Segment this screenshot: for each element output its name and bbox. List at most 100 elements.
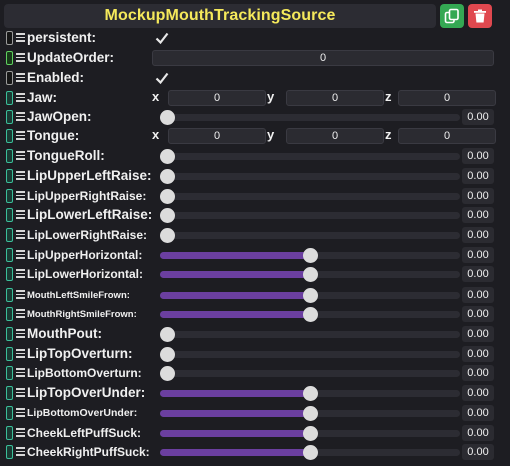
slider-track[interactable]: [160, 228, 460, 243]
field-drag-handle[interactable]: [6, 307, 13, 321]
slider-track[interactable]: [160, 426, 460, 441]
slider-thumb[interactable]: [303, 307, 318, 322]
slider-value-field[interactable]: 0.00: [462, 425, 494, 441]
field-menu-icon[interactable]: [16, 428, 25, 437]
field-menu-icon[interactable]: [16, 230, 25, 239]
field-drag-handle[interactable]: [6, 31, 13, 45]
slider-value-field[interactable]: 0.00: [462, 444, 494, 460]
slider-thumb[interactable]: [160, 347, 175, 362]
slider-value-field[interactable]: 0.00: [462, 326, 494, 342]
field-drag-handle[interactable]: [6, 149, 13, 163]
slider-value-field[interactable]: 0.00: [462, 188, 494, 204]
field-drag-handle[interactable]: [6, 288, 13, 302]
slider-thumb[interactable]: [303, 288, 318, 303]
field-drag-handle[interactable]: [6, 406, 13, 420]
field-drag-handle[interactable]: [6, 228, 13, 242]
field-menu-icon[interactable]: [16, 290, 25, 299]
delete-button[interactable]: [468, 4, 492, 28]
slider-value-field[interactable]: 0.00: [462, 109, 494, 125]
slider-track[interactable]: [160, 267, 460, 282]
slider-thumb[interactable]: [303, 386, 318, 401]
field-menu-icon[interactable]: [16, 131, 25, 140]
field-menu-icon[interactable]: [16, 250, 25, 259]
field-drag-handle[interactable]: [6, 110, 13, 124]
slider-track[interactable]: [160, 366, 460, 381]
slider-value-field[interactable]: 0.00: [462, 346, 494, 362]
field-drag-handle[interactable]: [6, 189, 13, 203]
slider-track[interactable]: [160, 248, 460, 263]
slider-track[interactable]: [160, 169, 460, 184]
field-drag-handle[interactable]: [6, 386, 13, 400]
title-bar[interactable]: MockupMouthTrackingSource: [4, 4, 436, 28]
slider-value-field[interactable]: 0.00: [462, 287, 494, 303]
field-drag-handle[interactable]: [6, 347, 13, 361]
slider-track[interactable]: [160, 347, 460, 362]
slider-thumb[interactable]: [160, 149, 175, 164]
field-menu-icon[interactable]: [16, 447, 25, 456]
persistent-checkbox[interactable]: [154, 30, 170, 46]
slider-track[interactable]: [160, 189, 460, 204]
slider-track[interactable]: [160, 288, 460, 303]
slider-value-field[interactable]: 0.00: [462, 266, 494, 282]
slider-track[interactable]: [160, 110, 460, 125]
field-menu-icon[interactable]: [16, 388, 25, 397]
slider-value-field[interactable]: 0.00: [462, 405, 494, 421]
field-drag-handle[interactable]: [6, 267, 13, 281]
field-menu-icon[interactable]: [16, 269, 25, 278]
field-drag-handle[interactable]: [6, 445, 13, 459]
field-drag-handle[interactable]: [6, 366, 13, 380]
slider-thumb[interactable]: [160, 327, 175, 342]
slider-thumb[interactable]: [303, 248, 318, 263]
slider-track[interactable]: [160, 208, 460, 223]
field-menu-icon[interactable]: [16, 368, 25, 377]
slider-thumb[interactable]: [303, 426, 318, 441]
slider-value-field[interactable]: 0.00: [462, 148, 494, 164]
slider-value-field[interactable]: 0.00: [462, 247, 494, 263]
field-drag-handle[interactable]: [6, 327, 13, 341]
slider-track[interactable]: [160, 307, 460, 322]
field-menu-icon[interactable]: [16, 171, 25, 180]
field-menu-icon[interactable]: [16, 151, 25, 160]
slider-track[interactable]: [160, 386, 460, 401]
slider-thumb[interactable]: [303, 406, 318, 421]
field-drag-handle[interactable]: [6, 51, 13, 65]
slider-value-field[interactable]: 0.00: [462, 385, 494, 401]
tongue-z-input[interactable]: 0: [398, 128, 496, 144]
slider-value-field[interactable]: 0.00: [462, 207, 494, 223]
slider-track[interactable]: [160, 327, 460, 342]
slider-value-field[interactable]: 0.00: [462, 365, 494, 381]
slider-track[interactable]: [160, 149, 460, 164]
field-menu-icon[interactable]: [16, 93, 25, 102]
slider-value-field[interactable]: 0.00: [462, 306, 494, 322]
tongue-y-input[interactable]: 0: [286, 128, 384, 144]
slider-thumb[interactable]: [160, 169, 175, 184]
field-drag-handle[interactable]: [6, 169, 13, 183]
tongue-x-input[interactable]: 0: [168, 128, 266, 144]
enabled-checkbox[interactable]: [154, 70, 170, 86]
jaw-y-input[interactable]: 0: [286, 90, 384, 106]
field-drag-handle[interactable]: [6, 71, 13, 85]
slider-track[interactable]: [160, 445, 460, 460]
slider-thumb[interactable]: [160, 208, 175, 223]
jaw-x-input[interactable]: 0: [168, 90, 266, 106]
field-menu-icon[interactable]: [16, 309, 25, 318]
slider-thumb[interactable]: [160, 228, 175, 243]
update-order-input[interactable]: 0: [152, 50, 494, 66]
field-menu-icon[interactable]: [16, 408, 25, 417]
field-drag-handle[interactable]: [6, 248, 13, 262]
field-menu-icon[interactable]: [16, 329, 25, 338]
field-drag-handle[interactable]: [6, 91, 13, 105]
slider-value-field[interactable]: 0.00: [462, 168, 494, 184]
slider-thumb[interactable]: [160, 366, 175, 381]
duplicate-button[interactable]: [440, 4, 464, 28]
field-menu-icon[interactable]: [16, 53, 25, 62]
slider-thumb[interactable]: [303, 445, 318, 460]
slider-value-field[interactable]: 0.00: [462, 227, 494, 243]
slider-thumb[interactable]: [303, 267, 318, 282]
field-drag-handle[interactable]: [6, 426, 13, 440]
field-menu-icon[interactable]: [16, 349, 25, 358]
field-drag-handle[interactable]: [6, 129, 13, 143]
field-drag-handle[interactable]: [6, 208, 13, 222]
field-menu-icon[interactable]: [16, 191, 25, 200]
field-menu-icon[interactable]: [16, 210, 25, 219]
